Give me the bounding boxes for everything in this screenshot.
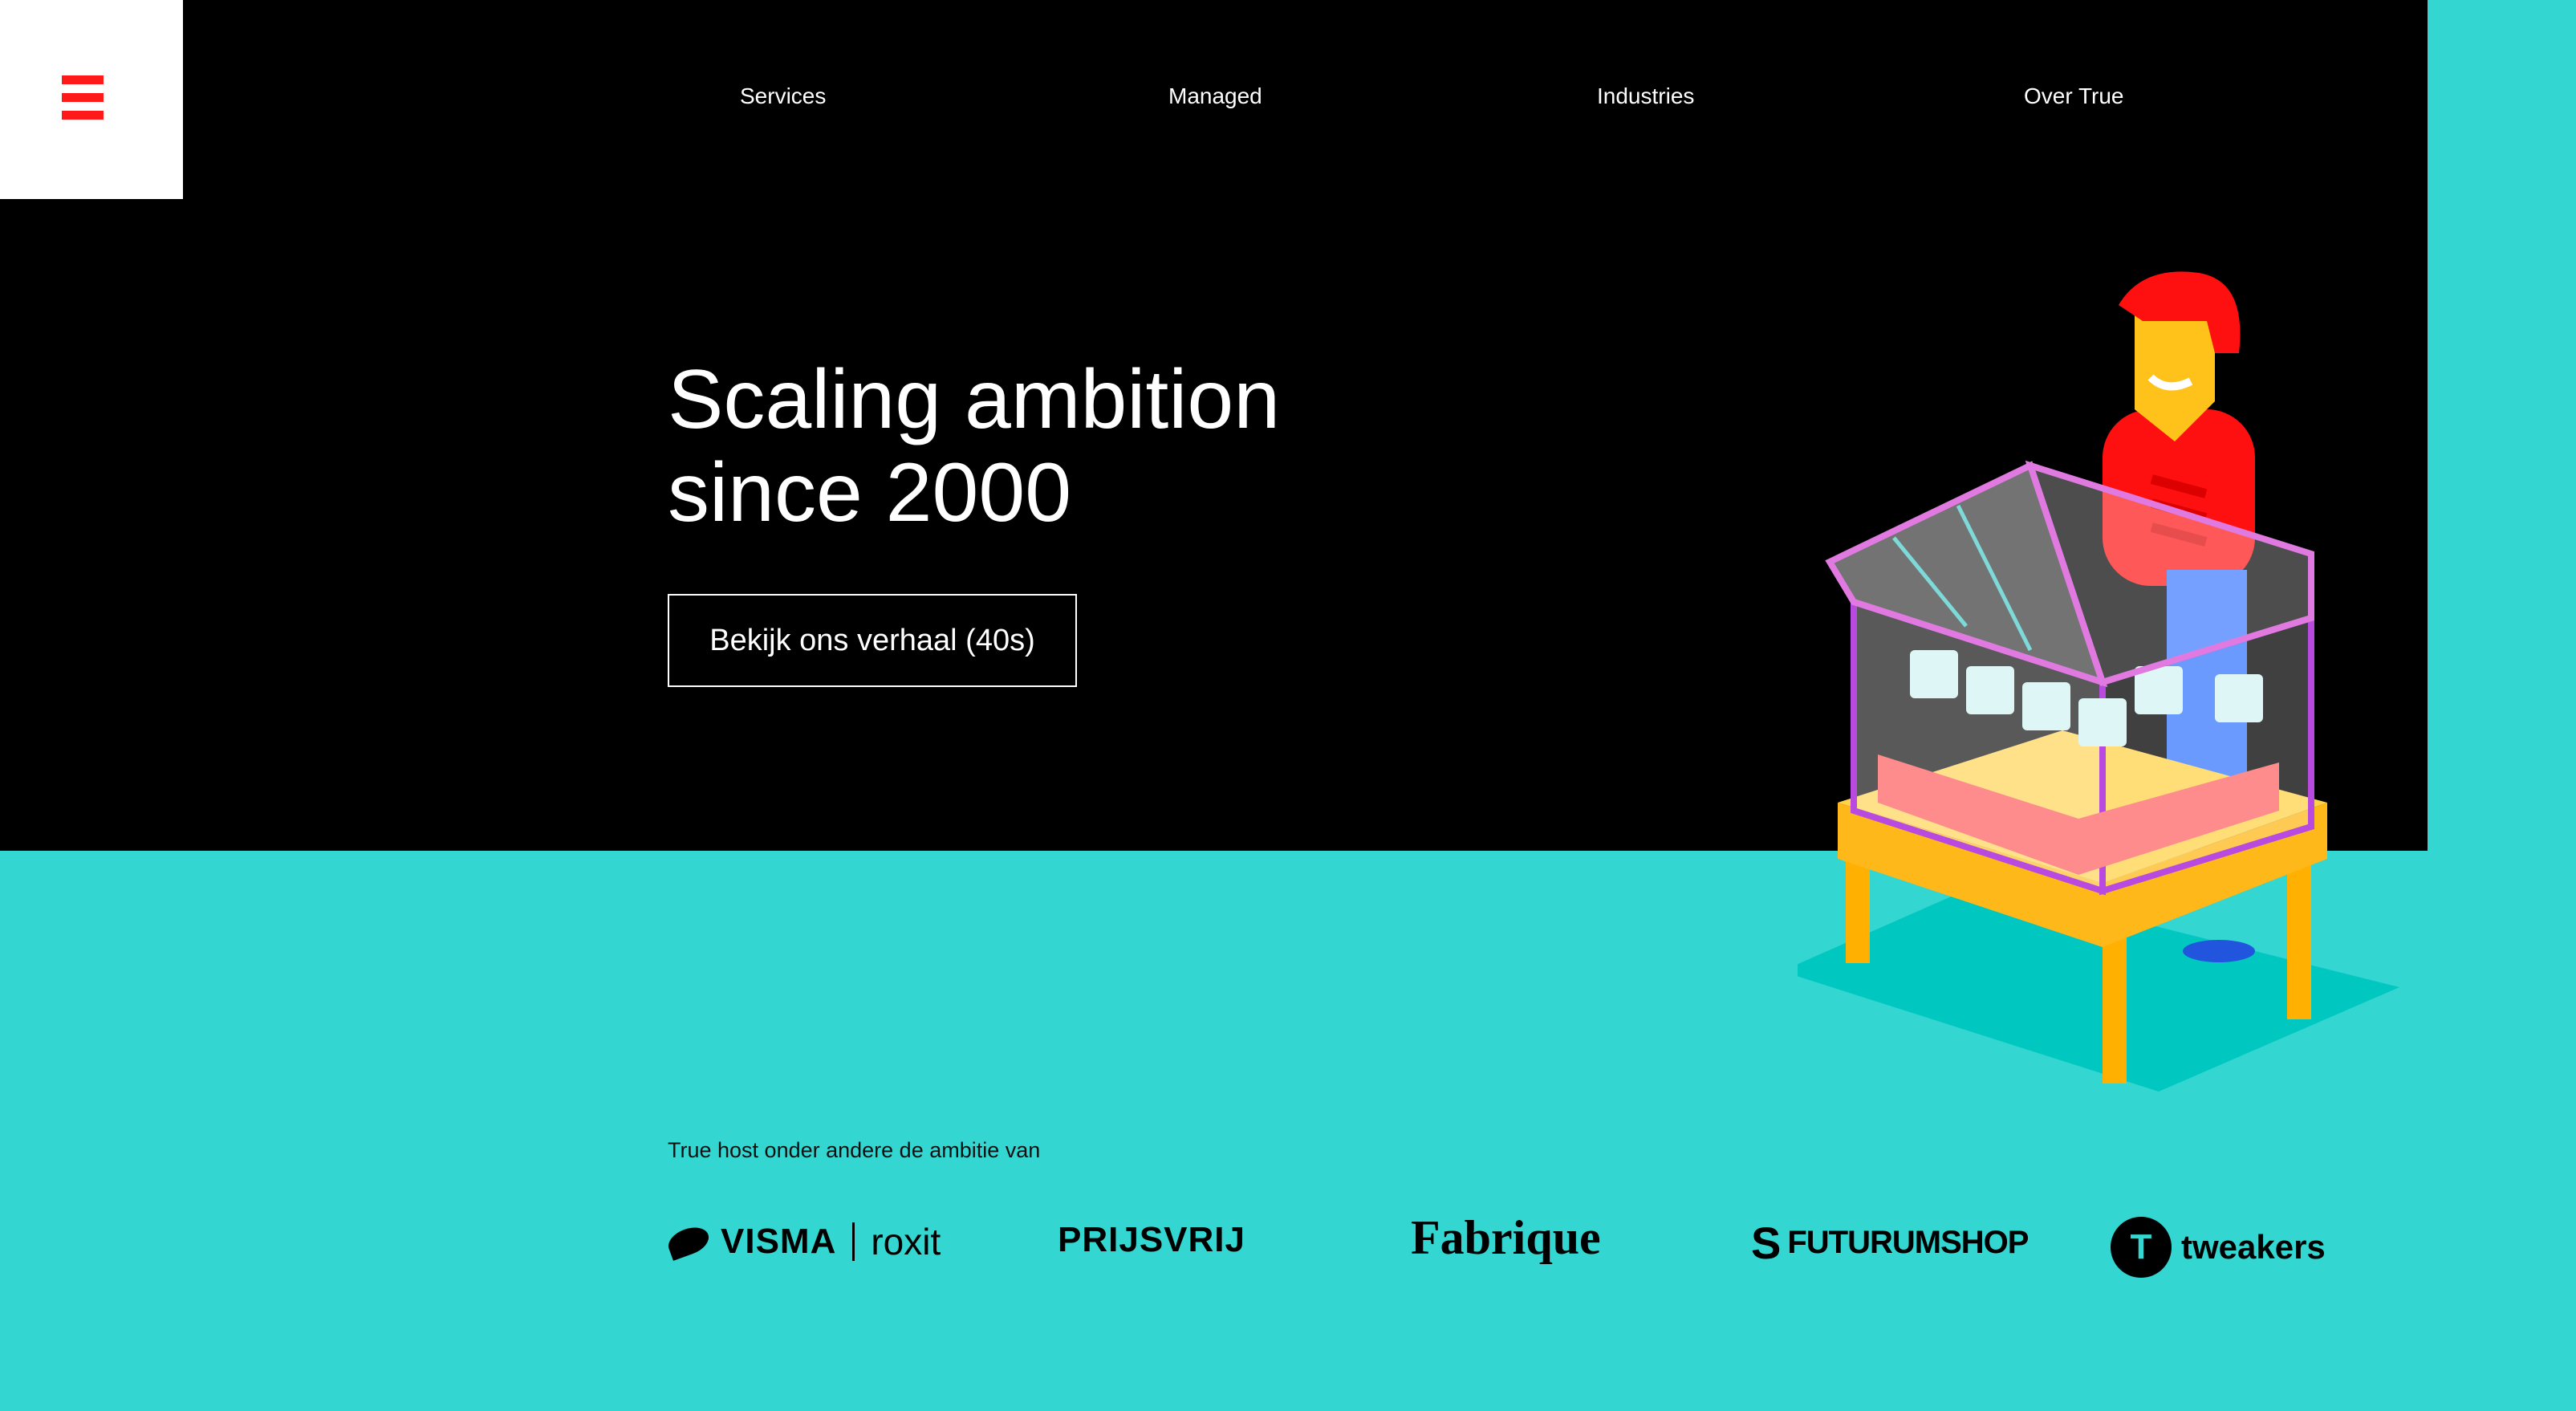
logo-roxit-text: roxit [871,1221,941,1263]
logo-divider [852,1222,855,1261]
greenhouse-gardener-illustration [1798,271,2399,1092]
logo-visma-text: VISMA [721,1222,837,1261]
clients-intro: True host onder andere de ambitie van [668,1138,1041,1162]
hero-headline: Scaling ambition since 2000 [668,353,1280,539]
headline-line-2: since 2000 [668,446,1072,539]
hamburger-icon [62,75,104,120]
menu-button[interactable] [0,0,183,199]
logo-futurumshop-text: FUTURUMSHOP [1787,1225,2029,1260]
logo-tweakers-text: tweakers [2181,1228,2326,1266]
visma-mark-icon [664,1222,713,1261]
nav-over-true[interactable]: Over True [2024,83,2123,109]
nav-managed[interactable]: Managed [1168,83,1262,109]
logo-fabrique[interactable]: Fabrique [1411,1210,1601,1266]
logo-tweakers[interactable]: T tweakers [2111,1217,2326,1278]
logo-futurumshop[interactable]: S FUTURUMSHOP [1751,1217,2029,1269]
nav-industries[interactable]: Industries [1597,83,1694,109]
nav-services[interactable]: Services [740,83,826,109]
logo-prijsvrij[interactable]: PRIJSVRIJ [1058,1220,1245,1260]
logo-visma-roxit[interactable]: VISMA roxit [664,1220,941,1263]
watch-story-button[interactable]: Bekijk ons verhaal (40s) [668,594,1077,687]
tweakers-mark-icon: T [2111,1217,2172,1278]
futurumshop-mark-icon: S [1751,1218,1782,1268]
headline-line-1: Scaling ambition [668,353,1281,446]
